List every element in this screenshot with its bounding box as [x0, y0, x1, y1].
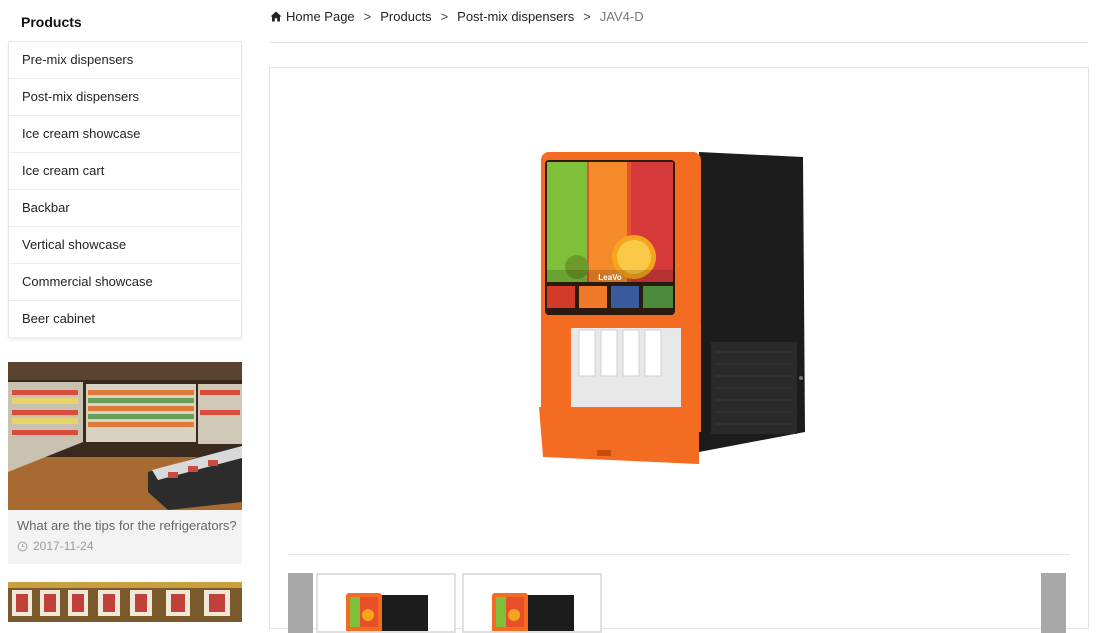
sidebar: Products Pre-mix dispensers Post-mix dis… [8, 0, 242, 338]
sidebar-item-commercial-showcase[interactable]: Commercial showcase [9, 264, 241, 301]
sidebar-item-vertical-showcase[interactable]: Vertical showcase [9, 227, 241, 264]
thumbnail-divider [288, 554, 1070, 555]
product-main-image[interactable]: LeaVo [539, 152, 809, 470]
breadcrumb-current: JAV4-D [599, 9, 644, 24]
category-list: Pre-mix dispensers Post-mix dispensers I… [8, 42, 242, 338]
news-card[interactable]: What are the tips for the refrigerators?… [8, 362, 242, 564]
home-icon[interactable] [270, 11, 282, 22]
breadcrumb-products[interactable]: Products [380, 9, 431, 24]
product-thumbnail-1[interactable] [316, 573, 456, 633]
breadcrumb-separator: > [440, 9, 449, 24]
news-image-supermarket[interactable] [8, 362, 242, 510]
sidebar-title: Products [8, 0, 242, 42]
sidebar-item-post-mix-dispensers[interactable]: Post-mix dispensers [9, 79, 241, 116]
news-date: 2017-11-24 [8, 533, 242, 553]
breadcrumb-home[interactable]: Home Page [286, 9, 355, 24]
thumbnail-image [346, 593, 428, 631]
product-thumbnail-2[interactable] [462, 573, 602, 633]
sidebar-item-ice-cream-showcase[interactable]: Ice cream showcase [9, 116, 241, 153]
breadcrumb-separator: > [583, 9, 591, 24]
brand-label: LeaVo [598, 273, 622, 282]
sidebar-item-ice-cream-cart[interactable]: Ice cream cart [9, 153, 241, 190]
news-date-text: 2017-11-24 [33, 539, 94, 553]
breadcrumb-separator: > [363, 9, 372, 24]
chevron-left-icon[interactable] [288, 573, 313, 633]
chevron-right-icon[interactable] [1041, 573, 1066, 633]
sidebar-item-beer-cabinet[interactable]: Beer cabinet [9, 301, 241, 338]
sidebar-item-pre-mix-dispensers[interactable]: Pre-mix dispensers [9, 42, 241, 79]
sidebar-item-backbar[interactable]: Backbar [9, 190, 241, 227]
news-image-showcase[interactable] [8, 582, 242, 622]
header-divider [270, 42, 1088, 43]
thumbnail-image [492, 593, 574, 631]
product-gallery: LeaVo [269, 67, 1089, 633]
news-title[interactable]: What are the tips for the refrigerators? [8, 510, 242, 533]
news-card-2[interactable] [8, 582, 242, 622]
clock-icon [17, 541, 28, 551]
breadcrumb-category[interactable]: Post-mix dispensers [457, 9, 574, 24]
breadcrumb: Home Page > Products > Post-mix dispense… [270, 9, 644, 24]
